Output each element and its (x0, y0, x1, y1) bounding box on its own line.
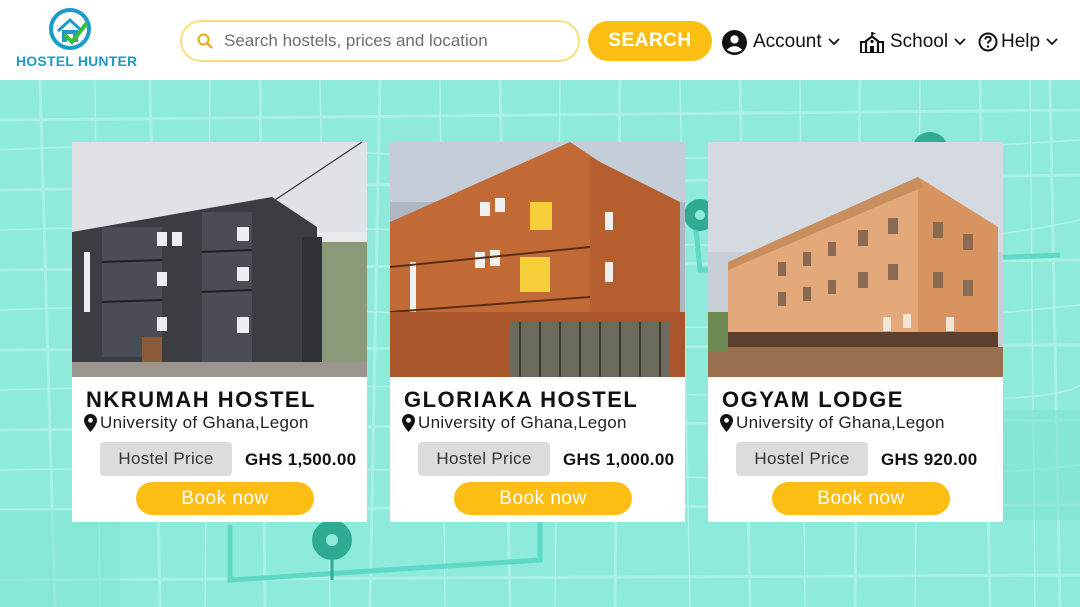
search-button[interactable]: SEARCH (588, 21, 712, 61)
house-check-logo-icon (49, 8, 91, 50)
school-building-icon (860, 32, 884, 53)
user-circle-icon (722, 29, 747, 55)
brand-logo[interactable]: HOSTEL HUNTER (12, 6, 137, 72)
hostel-location-text: University of Ghana,Legon (100, 413, 309, 432)
hostel-card[interactable]: GLORIAKA HOSTEL University of Ghana,Lego… (390, 142, 685, 522)
hostel-photo (72, 142, 367, 377)
hostel-card[interactable]: OGYAM LODGE University of Ghana,Legon Ho… (708, 142, 1003, 522)
search-bar (180, 20, 580, 62)
chevron-down-icon (828, 38, 840, 46)
hostel-name: GLORIAKA HOSTEL (404, 387, 639, 412)
nav-school[interactable]: School (860, 28, 966, 56)
top-navbar: HOSTEL HUNTER SEARCH Account Sch (0, 0, 1080, 80)
chevron-down-icon (954, 38, 966, 46)
hostel-price: GHS 920.00 (881, 450, 978, 469)
search-icon (197, 33, 213, 49)
hostel-card[interactable]: NKRUMAH HOSTEL University of Ghana,Legon… (72, 142, 367, 522)
hostel-price-label: Hostel Price (418, 442, 550, 476)
book-now-button[interactable]: Book now (136, 482, 314, 515)
book-now-button[interactable]: Book now (772, 482, 950, 515)
search-input[interactable] (224, 28, 564, 54)
nav-account[interactable]: Account (722, 28, 840, 56)
chevron-down-icon (1046, 38, 1058, 46)
hostel-price: GHS 1,000.00 (563, 450, 675, 469)
hostel-name: OGYAM LODGE (722, 387, 904, 412)
location-pin-icon (402, 414, 415, 432)
hostel-location: University of Ghana,Legon (402, 413, 627, 433)
hostel-photo (390, 142, 685, 377)
hostel-name: NKRUMAH HOSTEL (86, 387, 316, 412)
help-circle-icon (978, 32, 998, 52)
hostel-location: University of Ghana,Legon (720, 413, 945, 433)
hostel-location-text: University of Ghana,Legon (736, 413, 945, 432)
hostel-price-label: Hostel Price (736, 442, 868, 476)
location-pin-icon (84, 414, 97, 432)
nav-help-label: Help (1001, 31, 1041, 52)
brand-name: HOSTEL HUNTER (16, 53, 138, 69)
hostel-price: GHS 1,500.00 (245, 450, 357, 469)
hostel-location-text: University of Ghana,Legon (418, 413, 627, 432)
nav-help[interactable]: Help (978, 28, 1058, 56)
nav-school-label: School (890, 31, 949, 52)
nav-account-label: Account (753, 31, 822, 52)
hostel-photo (708, 142, 1003, 377)
location-pin-icon (720, 414, 733, 432)
book-now-button[interactable]: Book now (454, 482, 632, 515)
hostel-location: University of Ghana,Legon (84, 413, 309, 433)
hostel-price-label: Hostel Price (100, 442, 232, 476)
